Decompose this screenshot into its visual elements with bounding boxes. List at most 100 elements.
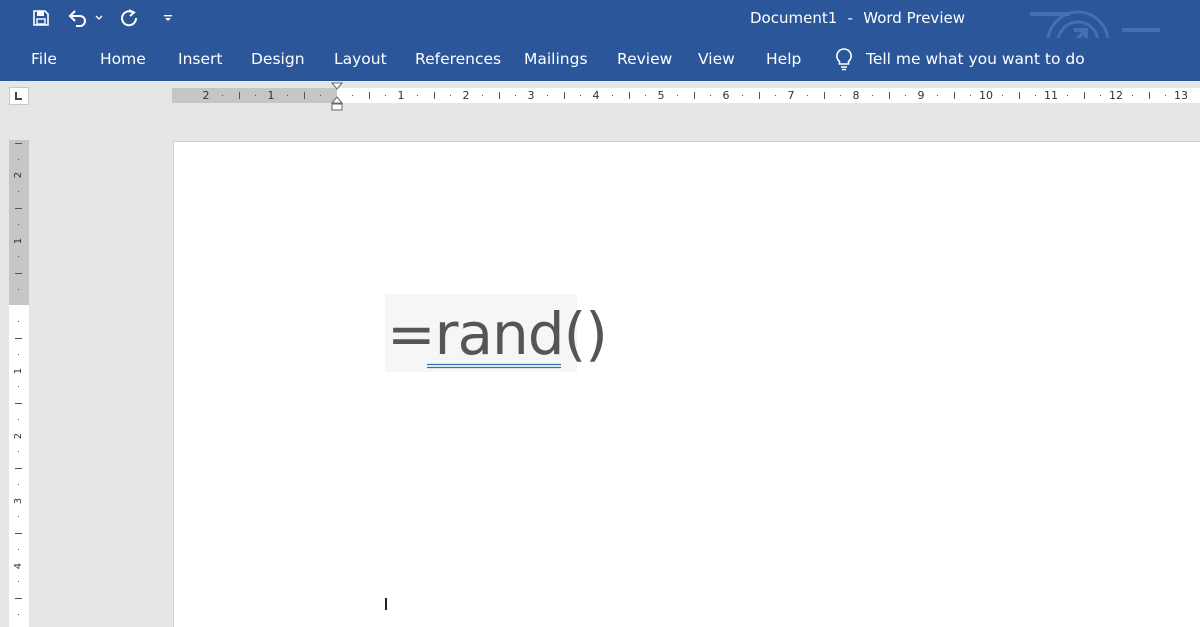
- ruler-tick: [18, 353, 19, 355]
- undo-dropdown-button[interactable]: [93, 5, 105, 31]
- ruler-label: 11: [1044, 89, 1058, 102]
- ruler-tick: [644, 95, 646, 96]
- tab-stop-selector[interactable]: [9, 87, 29, 105]
- ruler-tick: [18, 581, 19, 583]
- ruler-tick: [628, 92, 630, 99]
- tell-me-text: Tell me what you want to do: [866, 50, 1085, 68]
- ruler-label: 1: [13, 367, 24, 375]
- ruler-tick: [18, 386, 19, 388]
- undo-icon: [68, 10, 86, 27]
- ruler-label: 9: [917, 89, 925, 102]
- ruler-tick: [514, 95, 516, 96]
- ruler-tick: [742, 95, 744, 96]
- redo-icon: [121, 9, 138, 27]
- title-separator: -: [847, 9, 853, 27]
- ruler-tick: [839, 95, 841, 96]
- ruler-tick: [18, 451, 19, 453]
- ruler-tick: [319, 95, 321, 96]
- ruler-label: 2: [202, 89, 210, 102]
- tab-file[interactable]: File: [31, 50, 57, 68]
- ruler-tick: [872, 95, 874, 96]
- ruler-tick: [15, 272, 22, 274]
- ruler-tick: [1018, 92, 1020, 99]
- ruler-tick: [15, 337, 22, 339]
- ruler-tick: [18, 548, 19, 550]
- tab-layout[interactable]: Layout: [334, 50, 387, 68]
- tell-me-box[interactable]: Tell me what you want to do: [834, 46, 1085, 72]
- ruler-label: 13: [1174, 89, 1188, 102]
- ruler-tick: [15, 402, 22, 404]
- ruler-tick: [1148, 92, 1150, 99]
- tab-view[interactable]: View: [698, 50, 735, 68]
- ruler-tick: [449, 95, 451, 96]
- ruler-label: 3: [13, 497, 24, 505]
- tab-mailings[interactable]: Mailings: [524, 50, 588, 68]
- ruler-tick: [693, 92, 695, 99]
- app-name: Word Preview: [863, 9, 965, 27]
- ruler-tick: [417, 95, 419, 96]
- ruler-tick: [709, 95, 711, 96]
- save-button[interactable]: [28, 5, 54, 31]
- ruler-tick: [904, 95, 906, 96]
- ruler-tick: [15, 142, 22, 144]
- ruler-tick: [287, 95, 289, 96]
- ruler-tick: [254, 95, 256, 96]
- tab-home[interactable]: Home: [100, 50, 146, 68]
- ruler-tick: [18, 418, 19, 420]
- ruler-tick: [758, 92, 760, 99]
- chevron-down-icon: [95, 15, 103, 20]
- tab-review[interactable]: Review: [617, 50, 672, 68]
- proofing-underline: [427, 363, 561, 369]
- text-cursor: [385, 598, 387, 610]
- ruler-label: 2: [462, 89, 470, 102]
- ruler-tick: [15, 597, 22, 599]
- ruler-label: 6: [722, 89, 730, 102]
- ruler-tick: [368, 92, 370, 99]
- ruler-tick: [18, 288, 19, 290]
- tab-references[interactable]: References: [415, 50, 501, 68]
- horizontal-ruler[interactable]: 2 1 1 2 3 4 5 6 7 8 9 10 11 12 13: [172, 88, 1200, 103]
- ruler-label: 1: [267, 89, 275, 102]
- ruler-tick: [1067, 95, 1069, 96]
- ruler-tick: [1002, 95, 1004, 96]
- ruler-tick: [238, 92, 240, 99]
- ruler-label: 2: [13, 432, 24, 440]
- document-text[interactable]: =rand(): [387, 300, 608, 368]
- ruler-tick: [352, 95, 354, 96]
- ruler-label: 10: [979, 89, 993, 102]
- document-page[interactable]: =rand(): [173, 141, 1200, 627]
- ruler-tick: [823, 92, 825, 99]
- ruler-label: 1: [13, 237, 24, 245]
- customize-qat-button[interactable]: [160, 5, 176, 31]
- ruler-tick: [15, 532, 22, 534]
- title-bar: Document1- Word Preview: [0, 0, 1200, 38]
- ruler-label: 8: [852, 89, 860, 102]
- ruler-tick: [384, 95, 386, 96]
- tab-design[interactable]: Design: [251, 50, 305, 68]
- ruler-tick: [18, 613, 19, 615]
- vertical-ruler[interactable]: 2 1 1 2 3 4: [9, 140, 29, 627]
- ruler-tick: [1099, 95, 1101, 96]
- ruler-tick: [579, 95, 581, 96]
- window-title: Document1- Word Preview: [750, 9, 965, 27]
- rand-function: rand(): [434, 300, 608, 368]
- ruler-tick: [774, 95, 776, 96]
- ruler-tick: [18, 483, 19, 485]
- ruler-tick: [677, 95, 679, 96]
- redo-button[interactable]: [117, 5, 141, 31]
- ruler-tick: [807, 95, 809, 96]
- save-icon: [33, 10, 49, 26]
- tab-insert[interactable]: Insert: [178, 50, 222, 68]
- ruler-tick: [18, 223, 19, 225]
- ruler-tick: [1164, 95, 1166, 96]
- ruler-tick: [547, 95, 549, 96]
- ruler-label: 4: [592, 89, 600, 102]
- tab-help[interactable]: Help: [766, 50, 801, 68]
- ruler-tick: [18, 191, 19, 193]
- indent-marker[interactable]: [331, 82, 343, 112]
- ruler-label: 4: [13, 562, 24, 570]
- ruler-tick: [888, 92, 890, 99]
- undo-button[interactable]: [66, 5, 90, 31]
- ruler-tick: [222, 95, 224, 96]
- ruler-tick: [612, 95, 614, 96]
